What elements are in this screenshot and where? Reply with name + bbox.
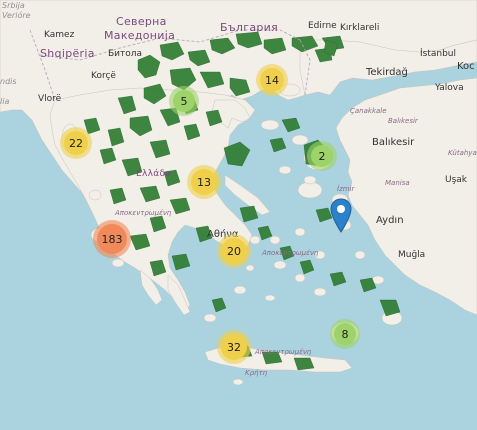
cluster-marker[interactable]: 22 [60, 127, 92, 159]
cluster-marker[interactable]: 8 [330, 319, 360, 349]
label-apokentrosi-2: Αποκεντρωμένη [262, 249, 319, 257]
label-izmir: İzmir [337, 185, 355, 193]
cluster-marker[interactable]: 20 [217, 234, 251, 268]
label-kamez: Kamez [44, 30, 75, 40]
label-kriti: Κρήτη [245, 369, 268, 377]
label-north-macedonia-2: Македонија [104, 29, 176, 42]
map-canvas[interactable]: Srbija Verióre Северна Македонија Българ… [0, 0, 477, 430]
label-apokentrosi-1: Αποκεντρωμένη [115, 209, 172, 217]
cluster-marker[interactable]: 14 [256, 64, 288, 96]
label-korce: Korçë [91, 71, 116, 81]
label-edirne: Edirne [308, 21, 337, 31]
label-balikesir-region: Balıkesir [388, 117, 418, 125]
cluster-marker[interactable]: 2 [307, 141, 337, 171]
label-usak: Uşak [445, 175, 468, 185]
label-bulgaria: България [220, 21, 279, 34]
cluster-count: 183 [97, 224, 127, 254]
label-yalova: Yalova [435, 83, 464, 93]
cluster-count: 14 [260, 68, 284, 92]
cluster-marker[interactable]: 32 [217, 330, 251, 364]
cluster-count: 22 [64, 131, 88, 155]
label-koc: Koc [457, 61, 475, 72]
label-vlore: Vlorë [38, 94, 62, 104]
label-ellada: Ελλάδα [136, 169, 172, 179]
label-serbia: Srbija [2, 1, 25, 10]
map-basemap [0, 0, 477, 430]
label-bitola: Битола [108, 49, 143, 59]
cluster-marker[interactable]: 5 [169, 86, 199, 116]
label-left-fragment: ndis [0, 77, 17, 86]
label-shqiperia: Shqipëria [40, 47, 95, 60]
cluster-count: 20 [221, 238, 247, 264]
label-apokentrosi-3: Αποκεντρωμένη [255, 348, 312, 356]
label-tekirdag: Tekirdağ [366, 67, 408, 78]
label-manisa: Manisa [385, 179, 410, 187]
cluster-marker[interactable]: 183 [93, 220, 131, 258]
label-north-macedonia-1: Северна [116, 15, 167, 28]
cluster-count: 32 [221, 334, 247, 360]
label-mugla: Muğla [398, 250, 426, 260]
cluster-count: 13 [191, 169, 217, 195]
cluster-marker[interactable]: 13 [187, 165, 221, 199]
cluster-count: 8 [334, 323, 356, 345]
label-kirklareli: Kırklareli [340, 23, 380, 33]
cluster-count: 2 [311, 145, 333, 167]
cluster-count: 5 [173, 90, 195, 112]
label-aydin: Aydın [376, 215, 404, 226]
label-canakkale: Çanakkale [350, 107, 387, 115]
map-marker-icon[interactable] [330, 198, 352, 234]
label-istanbul: İstanbul [420, 49, 457, 59]
label-kutahya: Kütahya [448, 149, 477, 157]
label-balikesir: Balıkesir [372, 137, 415, 148]
label-left-fragment-2: lia [0, 97, 10, 106]
label-veriore: Verióre [2, 11, 31, 20]
